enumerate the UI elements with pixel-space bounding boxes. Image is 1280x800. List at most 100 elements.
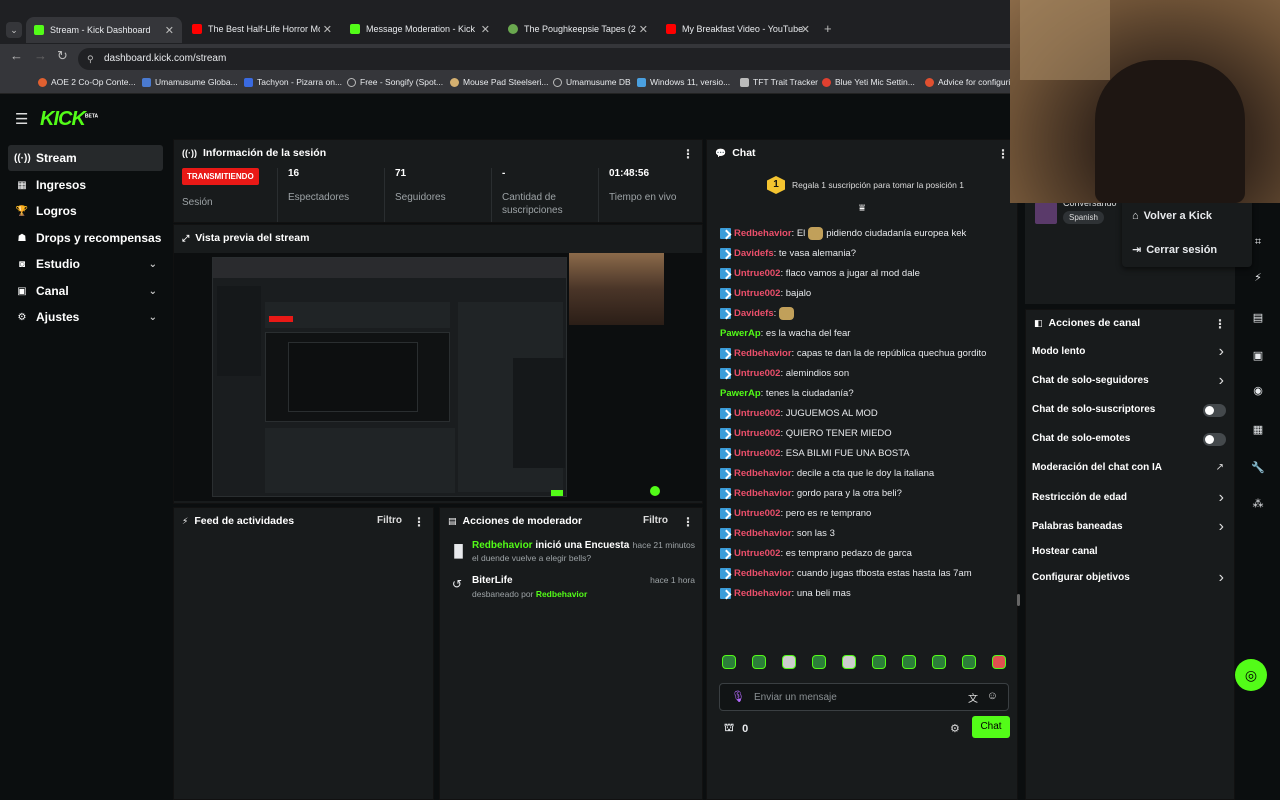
tab-poughkeepsie-tapes[interactable]: The Poughkeepsie Tapes (2007)✕ (500, 18, 656, 40)
channel-avatar[interactable] (1035, 202, 1057, 224)
url-bar[interactable]: ⚲ dashboard.kick.com/stream (78, 48, 1038, 70)
chat-username[interactable]: Redbehavior (734, 588, 792, 599)
chat-emote-icon[interactable] (808, 226, 824, 240)
more-options-icon[interactable]: ⋮ (682, 147, 694, 161)
channel-action-chat-de-solo-emotes[interactable]: Chat de solo-emotes (1026, 433, 1234, 453)
tab-half-life-video[interactable]: The Best Half-Life Horror Mod Y✕ (184, 18, 340, 40)
emote-icon[interactable] (812, 655, 826, 669)
chat-settings-gear-icon[interactable]: ⚙ (950, 722, 960, 735)
more-options-icon[interactable]: ⋮ (413, 515, 425, 529)
sidebar-item-logros[interactable]: 🏆 Logros (8, 198, 163, 224)
chat-username[interactable]: Redbehavior (734, 228, 792, 239)
close-tab-icon[interactable]: ✕ (323, 23, 332, 36)
channel-action-modo-lento[interactable]: Modo lento › (1026, 343, 1234, 366)
chat-username[interactable]: PawerAp (720, 388, 761, 399)
more-options-icon[interactable]: ⋮ (682, 515, 694, 529)
channel-action-configurar-objetivos[interactable]: Configurar objetivos › (1026, 569, 1234, 592)
channel-points[interactable]: ⛫ 0 (724, 722, 748, 736)
close-tab-icon[interactable]: ✕ (801, 23, 810, 36)
tab-message-moderation[interactable]: Message Moderation - Kick Das✕ (342, 18, 498, 40)
bookmark-item[interactable]: Advice for configuri... (925, 77, 1017, 87)
channel-action-chat-de-solo-seguidores[interactable]: Chat de solo-seguidores › (1026, 372, 1234, 395)
sidebar-item-ingresos[interactable]: ▦ Ingresos (8, 172, 163, 198)
filter-button[interactable]: Filtro (643, 515, 668, 526)
bookmark-item[interactable]: Umamusume DB (553, 77, 631, 87)
emote-icon[interactable] (932, 655, 946, 669)
emote-icon[interactable] (962, 655, 976, 669)
chat-username[interactable]: Davidefs (734, 308, 774, 319)
kick-logo[interactable]: KICKBETA (40, 108, 98, 131)
chat-username[interactable]: PawerAp (720, 328, 761, 339)
emote-icon[interactable] (902, 655, 916, 669)
bookmark-item[interactable]: Windows 11, versio... (637, 77, 730, 87)
chat-emote-icon[interactable] (779, 306, 795, 320)
bookmark-item[interactable]: Free - Songify (Spot... (347, 77, 443, 87)
support-chat-button[interactable]: ◎ (1235, 659, 1267, 691)
reload-icon[interactable]: ↻ (57, 48, 68, 64)
channel-action-restricci-n-de-edad[interactable]: Restricción de edad › (1026, 489, 1234, 512)
bookmark-item[interactable]: Umamusume Globa... (142, 77, 238, 87)
close-tab-icon[interactable]: ✕ (639, 23, 648, 36)
channel-action-moderaci-n-del-chat-con-ia[interactable]: Moderación del chat con IA ↗ (1026, 462, 1234, 482)
sidebar-item-estudio[interactable]: ◙ Estudio ⌄ (8, 251, 163, 277)
emote-icon[interactable] (872, 655, 886, 669)
toggle-switch[interactable] (1203, 404, 1226, 417)
gift-sub-banner[interactable]: 1 Regala 1 suscripción para tomar la pos… (767, 176, 964, 194)
chat-username[interactable]: Untrue002 (734, 288, 780, 299)
site-info-icon[interactable]: ⚲ (87, 48, 94, 70)
chat-username[interactable]: Untrue002 (734, 268, 780, 279)
close-tab-icon[interactable]: ✕ (481, 23, 490, 36)
chat-username[interactable]: Untrue002 (734, 448, 780, 459)
chat-username[interactable]: Untrue002 (734, 368, 780, 379)
emote-icon[interactable] (842, 655, 856, 669)
chat-username[interactable]: Untrue002 (734, 408, 780, 419)
wrench-icon[interactable]: 🔧 (1247, 456, 1269, 478)
mod-action-user[interactable]: BiterLife (472, 575, 513, 586)
tab-stream-kick-dashboard[interactable]: Stream - Kick Dashboard ✕ (26, 17, 182, 43)
chat-username[interactable]: Redbehavior (734, 468, 792, 479)
emoji-icon[interactable]: ☺ (987, 690, 998, 702)
chat-username[interactable]: Untrue002 (734, 428, 780, 439)
document-icon[interactable]: ▤ (1247, 306, 1269, 328)
close-tab-icon[interactable]: ✕ (165, 24, 174, 37)
translate-icon[interactable]: 文 (968, 690, 978, 705)
bookmark-item[interactable]: AOE 2 Co-Op Conte... (38, 77, 136, 87)
more-options-icon[interactable]: ⋮ (1214, 317, 1226, 331)
moderator-list-icon[interactable]: ▦ (1247, 418, 1269, 440)
chat-username[interactable]: Untrue002 (734, 548, 780, 559)
stream-preview-video[interactable] (174, 253, 704, 501)
chat-username[interactable]: Redbehavior (734, 568, 792, 579)
channel-action-hostear-canal[interactable]: Hostear canal (1026, 546, 1234, 566)
chat-scrollbar[interactable] (1017, 594, 1020, 606)
back-arrow-icon[interactable]: ← (10, 48, 23, 63)
new-tab-button[interactable]: + (824, 21, 832, 36)
bookmark-item[interactable]: Blue Yeti Mic Settin... (822, 77, 915, 87)
channel-action-chat-de-solo-suscriptores[interactable]: Chat de solo-suscriptores (1026, 404, 1234, 424)
chat-username[interactable]: Untrue002 (734, 508, 780, 519)
microphone-icon[interactable]: 🎙 (731, 690, 745, 703)
bookmark-item[interactable]: Tachyon - Pizarra on... (244, 77, 342, 87)
chat-username[interactable]: Redbehavior (734, 528, 792, 539)
chat-username[interactable]: Redbehavior (734, 348, 792, 359)
bookmark-item[interactable]: TFT Trait Tracker (740, 77, 818, 87)
lightning-icon[interactable]: ⚡ (1247, 266, 1269, 288)
chat-input[interactable]: 🎙 Enviar un mensaje 文 ☺ (719, 683, 1009, 711)
users-icon[interactable]: ⁂ (1247, 492, 1269, 514)
bookmark-item[interactable]: Mouse Pad Steelseri... (450, 77, 549, 87)
tab-search-button[interactable]: ⌄ (6, 22, 22, 38)
logout-item[interactable]: ⇥ Cerrar sesión (1132, 243, 1217, 257)
emote-icon[interactable] (752, 655, 766, 669)
sidebar-item-stream[interactable]: ((·)) Stream (8, 145, 163, 171)
chat-username[interactable]: Redbehavior (734, 488, 792, 499)
emote-icon[interactable] (992, 655, 1006, 669)
chat-bubble-icon[interactable]: ▣ (1247, 344, 1269, 366)
tab-breakfast-video[interactable]: My Breakfast Video - YouTube ✕ (658, 18, 818, 40)
toggle-switch[interactable] (1203, 433, 1226, 446)
emote-icon[interactable] (782, 655, 796, 669)
more-options-icon[interactable]: ⋮ (997, 147, 1009, 161)
back-to-kick-item[interactable]: ⌂ Volver a Kick (1132, 210, 1212, 222)
broadcast-icon[interactable]: ◉ (1247, 379, 1269, 401)
sidebar-item-canal[interactable]: ▣ Canal ⌄ (8, 278, 163, 304)
send-chat-button[interactable]: Chat (972, 716, 1010, 738)
sidebar-item-drops[interactable]: ☗ Drops y recompensas (8, 225, 163, 251)
